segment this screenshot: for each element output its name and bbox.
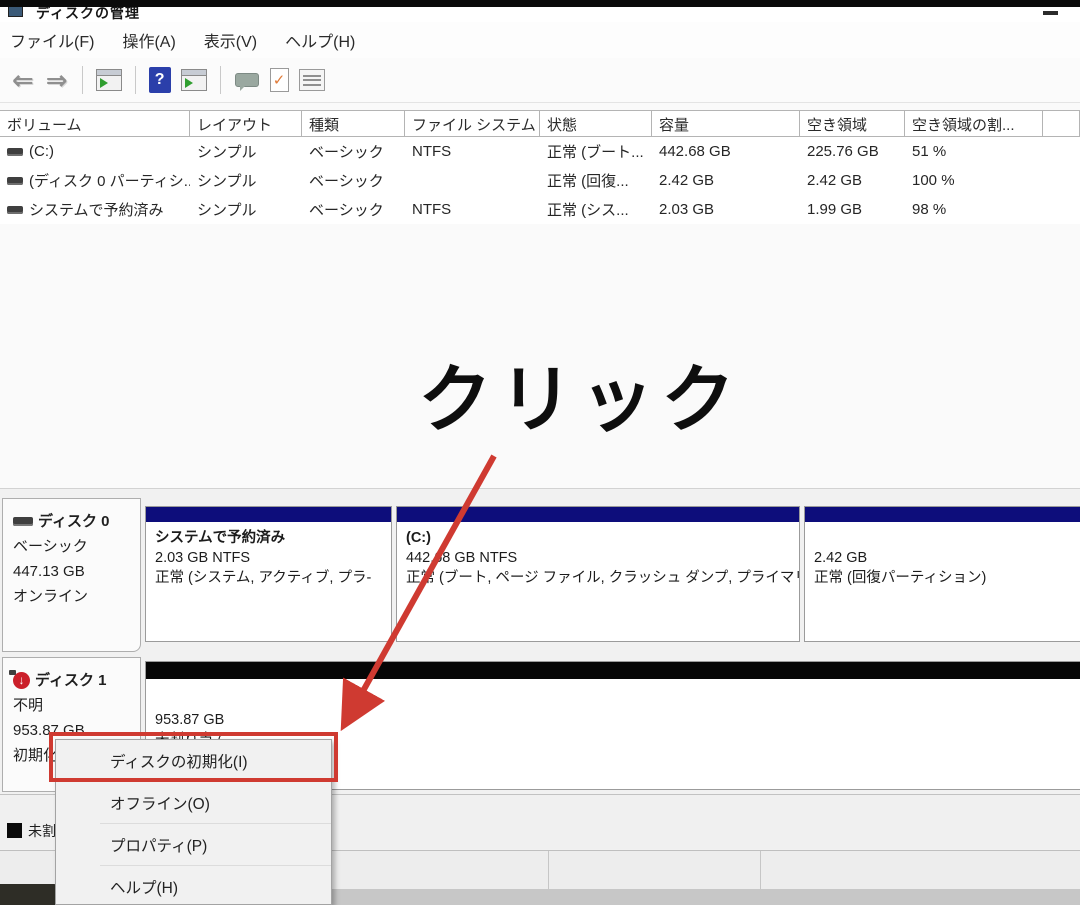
menu-view[interactable]: 表示(V) (190, 22, 271, 58)
col-filesystem[interactable]: ファイル システム (405, 111, 540, 136)
unallocated-legend-swatch (7, 823, 22, 838)
col-volume[interactable]: ボリューム (0, 111, 190, 136)
volume-row-recovery[interactable]: (ディスク 0 パーティシ... シンプル ベーシック 正常 (回復... 2.… (0, 166, 1080, 195)
toolbar-separator (135, 66, 136, 94)
menu-action[interactable]: 操作(A) (108, 22, 189, 58)
title-bar: ディスクの管理 (0, 7, 1080, 22)
partition-recovery[interactable]: 2.42 GB 正常 (回復パーティション) (804, 506, 1080, 642)
console-tree-icon[interactable] (181, 69, 207, 91)
disk0-type: ベーシック (13, 534, 140, 559)
document-check-icon[interactable]: ✓ (270, 68, 289, 92)
disk-error-icon: ↓ (13, 672, 30, 689)
console-window-icon[interactable] (96, 69, 122, 91)
disk-bubble-icon[interactable] (235, 73, 259, 87)
menu-item-help[interactable]: ヘルプ(H) (56, 866, 331, 905)
menu-file[interactable]: ファイル(F) (0, 22, 108, 58)
title-bar-top-edge (0, 0, 1080, 7)
properties-list-icon[interactable] (299, 69, 325, 91)
col-free-pct[interactable]: 空き領域の割... (905, 111, 1043, 136)
click-annotation-text: クリック (418, 340, 742, 447)
volume-row-c[interactable]: (C:) シンプル ベーシック NTFS 正常 (ブート... 442.68 G… (0, 137, 1080, 166)
toolbar-separator (220, 66, 221, 94)
disk1-type: 不明 (13, 693, 140, 718)
menu-bar: ファイル(F) 操作(A) 表示(V) ヘルプ(H) (0, 22, 1080, 58)
volume-row-system-reserved[interactable]: システムで予約済み シンプル ベーシック NTFS 正常 (シス... 2.03… (0, 195, 1080, 224)
disk-icon (13, 517, 33, 526)
window-title: ディスクの管理 (36, 7, 140, 22)
col-type[interactable]: 種類 (302, 111, 405, 136)
volume-icon (7, 148, 23, 156)
partition-c-drive[interactable]: (C:) 442.68 GB NTFS 正常 (ブート, ページ ファイル, ク… (396, 506, 800, 642)
col-capacity[interactable]: 容量 (652, 111, 800, 136)
disk0-size: 447.13 GB (13, 559, 140, 584)
volume-list-header: ボリューム レイアウト 種類 ファイル システム 状態 容量 空き領域 空き領域… (0, 110, 1080, 137)
partition-color-bar (397, 507, 799, 523)
menu-item-properties[interactable]: プロパティ(P) (56, 824, 331, 865)
app-icon (8, 7, 23, 17)
partition-color-bar (146, 507, 391, 523)
status-bar-divider (760, 851, 761, 890)
volume-list: ボリューム レイアウト 種類 ファイル システム 状態 容量 空き領域 空き領域… (0, 110, 1080, 224)
disk-management-screenshot: ディスクの管理 ファイル(F) 操作(A) 表示(V) ヘルプ(H) ⇐ ⇒ ?… (0, 0, 1080, 905)
back-icon[interactable]: ⇐ (12, 67, 34, 93)
volume-icon (7, 177, 23, 185)
partition-color-bar (805, 507, 1080, 523)
unallocated-color-bar (146, 662, 1080, 680)
disk0-status: オンライン (13, 584, 140, 609)
toolbar-separator (82, 66, 83, 94)
help-icon[interactable]: ? (149, 67, 171, 93)
disk0-label-panel[interactable]: ディスク 0 ベーシック 447.13 GB オンライン (2, 498, 141, 652)
minimize-button[interactable] (1043, 11, 1058, 15)
forward-icon[interactable]: ⇒ (46, 67, 68, 93)
status-bar-divider (548, 851, 549, 890)
menu-help[interactable]: ヘルプ(H) (271, 22, 369, 58)
col-free[interactable]: 空き領域 (800, 111, 905, 136)
col-layout[interactable]: レイアウト (190, 111, 302, 136)
col-extra (1043, 111, 1080, 136)
col-status[interactable]: 状態 (540, 111, 652, 136)
red-highlight-box (49, 732, 338, 782)
toolbar: ⇐ ⇒ ? ✓ (0, 58, 1080, 103)
partition-system-reserved[interactable]: システムで予約済み 2.03 GB NTFS 正常 (システム, アクティブ, … (145, 506, 392, 642)
desktop-fragment (0, 884, 58, 905)
volume-icon (7, 206, 23, 214)
menu-item-offline[interactable]: オフライン(O) (56, 782, 331, 823)
